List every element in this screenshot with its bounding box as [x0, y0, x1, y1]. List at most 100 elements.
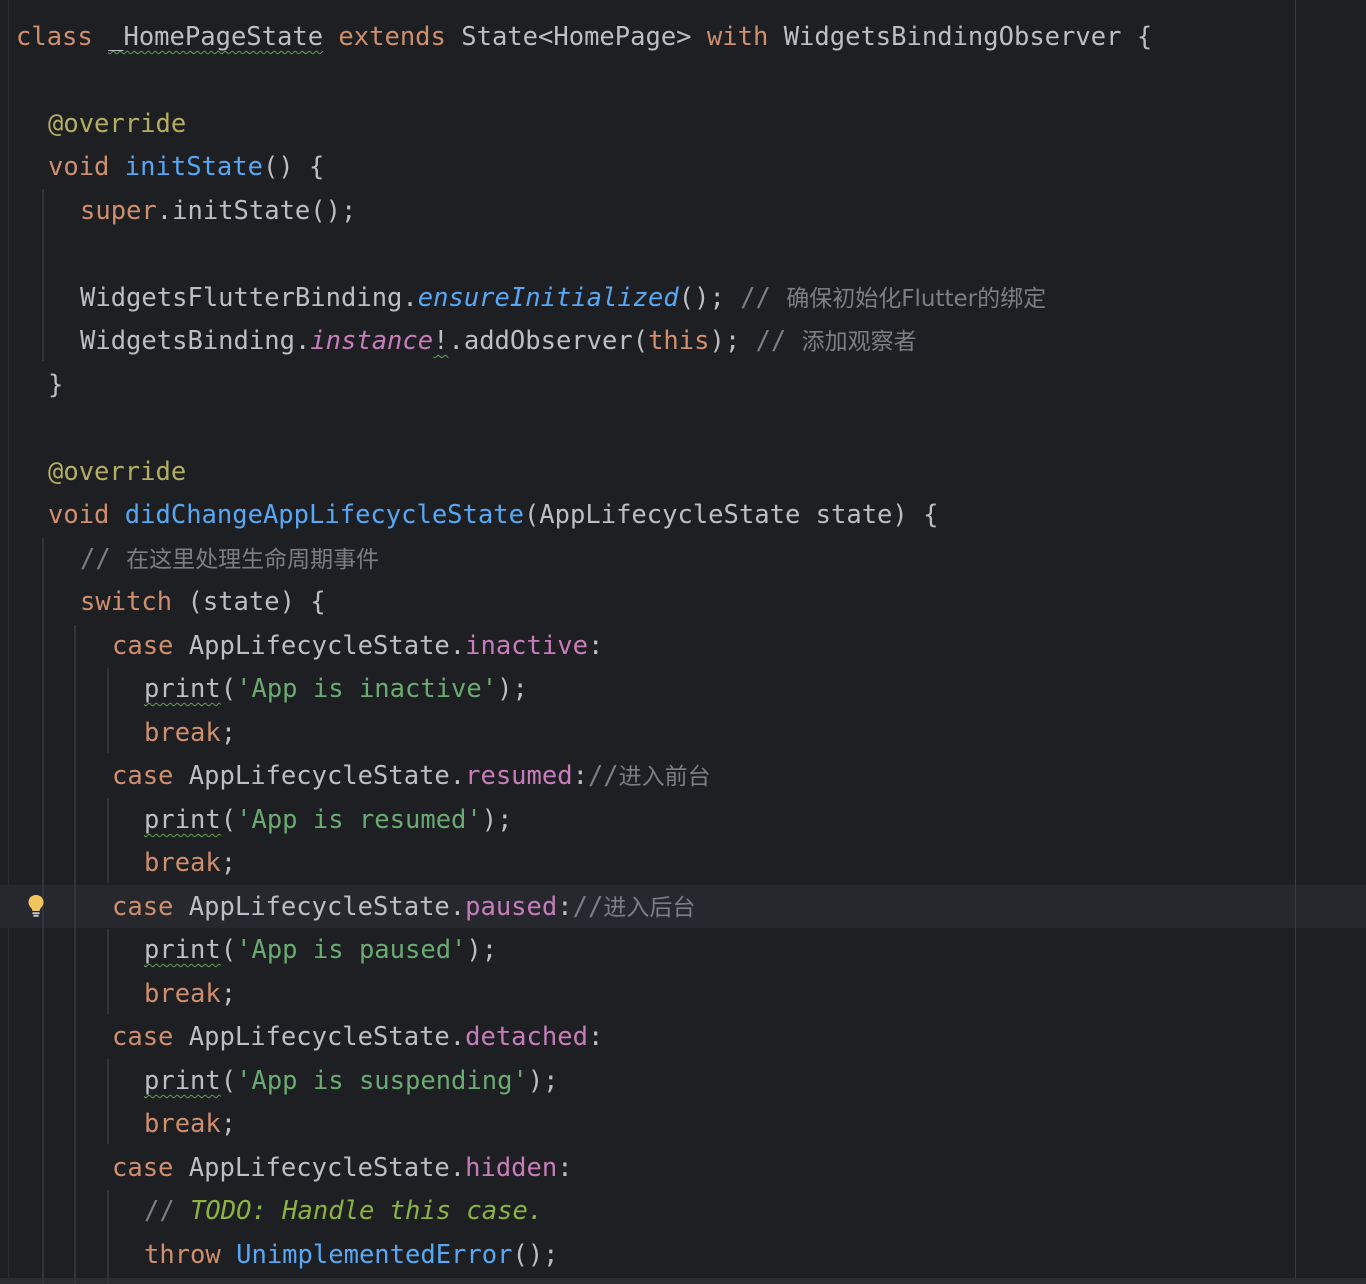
code-text: .initState();	[156, 196, 357, 226]
enum-value: paused	[465, 892, 558, 922]
static-method-name: ensureInitialized	[417, 283, 679, 313]
class-name: _HomePageState	[108, 22, 324, 52]
annotation: @override	[48, 109, 187, 139]
code-line-19[interactable]: print('App is resumed');	[144, 799, 512, 842]
code-text: ();	[678, 283, 725, 313]
code-line-28[interactable]: // TODO: Handle this case.	[144, 1190, 543, 1233]
indent-guide	[107, 1059, 109, 1144]
comment-text: 添加观察者	[801, 329, 917, 355]
code-text: (AppLifecycleState state) {	[523, 500, 939, 530]
code-text: ;	[220, 1109, 237, 1139]
string-literal: 'App is paused'	[236, 935, 467, 965]
type-name: AppLifecycleState.	[188, 631, 466, 661]
type-name: AppLifecycleState.	[188, 892, 466, 922]
code-line-25[interactable]: print('App is suspending');	[144, 1060, 559, 1103]
keyword: case	[112, 892, 174, 922]
enum-value: inactive	[465, 631, 588, 661]
keyword: break	[144, 718, 221, 748]
keyword: throw	[144, 1240, 221, 1270]
type-name: State<HomePage>	[461, 22, 692, 52]
code-line-4[interactable]: void initState() {	[48, 146, 324, 189]
code-line-21[interactable]: case AppLifecycleState.paused://进入后台	[112, 886, 695, 929]
keyword: extends	[338, 22, 446, 52]
code-text: );	[481, 805, 513, 835]
keyword: this	[648, 326, 710, 356]
type-name: AppLifecycleState.	[188, 1022, 466, 1052]
string-literal: 'App is suspending'	[236, 1066, 528, 1096]
code-line-29[interactable]: throw UnimplementedError();	[144, 1234, 559, 1277]
code-text: (	[220, 674, 237, 704]
indent-guide	[107, 1190, 109, 1284]
code-text: (	[220, 1066, 237, 1096]
code-line-23[interactable]: break;	[144, 973, 236, 1016]
code-line-17[interactable]: break;	[144, 712, 236, 755]
code-text: :	[557, 1153, 573, 1183]
code-text: .addObserver(	[448, 326, 649, 356]
indent-guide	[74, 625, 76, 1284]
comment: //	[144, 1196, 191, 1226]
code-text: (	[220, 935, 237, 965]
string-literal: 'App is resumed'	[236, 805, 482, 835]
code-text: );	[497, 674, 528, 704]
code-line-1[interactable]: class _HomePageState extends State<HomeP…	[16, 16, 1152, 59]
code-line-5[interactable]: super.initState();	[80, 190, 356, 233]
code-text: () {	[262, 152, 325, 182]
keyword: super	[80, 196, 157, 226]
comment-text: 确保初始化Flutter的绑定	[786, 286, 1047, 312]
indent-guide	[107, 929, 109, 1014]
lightbulb-icon[interactable]	[27, 894, 45, 918]
class-constructor: UnimplementedError	[236, 1240, 513, 1270]
code-line-15[interactable]: case AppLifecycleState.inactive:	[112, 625, 603, 668]
enum-value: hidden	[465, 1153, 558, 1183]
comment: //	[80, 544, 127, 574]
code-line-14[interactable]: switch (state) {	[80, 581, 326, 624]
keyword: case	[112, 761, 174, 791]
method-name: initState	[124, 152, 263, 182]
type-name: WidgetsBinding	[80, 326, 295, 356]
code-line-20[interactable]: break;	[144, 842, 236, 885]
code-text: ;	[220, 718, 237, 748]
code-line-11[interactable]: @override	[48, 451, 186, 494]
type-name: WidgetsBindingObserver	[783, 22, 1122, 52]
type-name: WidgetsFlutterBinding	[80, 283, 403, 313]
keyword: break	[144, 979, 221, 1009]
enum-value: detached	[465, 1022, 588, 1052]
keyword: break	[144, 1109, 221, 1139]
code-line-27[interactable]: case AppLifecycleState.hidden:	[112, 1147, 573, 1190]
code-line-8[interactable]: WidgetsBinding.instance!.addObserver(thi…	[80, 320, 917, 363]
gutter-border	[8, 0, 9, 1284]
brace: }	[48, 370, 64, 400]
code-text: (state) {	[172, 587, 326, 617]
code-text: :	[572, 761, 588, 791]
code-line-3[interactable]: @override	[48, 103, 186, 146]
annotation: @override	[48, 457, 187, 487]
comment: //	[572, 892, 604, 922]
comment: //	[755, 326, 802, 356]
type-name: AppLifecycleState.	[188, 761, 466, 791]
comment-text: 在这里处理生命周期事件	[126, 547, 380, 573]
code-text: );	[709, 326, 741, 356]
horizontal-scrollbar-track[interactable]	[0, 1278, 1366, 1284]
indent-guide	[107, 668, 109, 753]
function-name: print	[144, 1066, 221, 1096]
code-text: :	[557, 892, 573, 922]
indent-guide	[42, 189, 44, 361]
todo-comment: TODO: Handle this case.	[190, 1196, 544, 1226]
code-line-24[interactable]: case AppLifecycleState.detached:	[112, 1016, 603, 1059]
code-line-7[interactable]: WidgetsFlutterBinding.ensureInitialized(…	[80, 277, 1046, 320]
code-text: ;	[220, 848, 237, 878]
code-line-9[interactable]: }	[48, 364, 63, 407]
code-line-13[interactable]: // 在这里处理生命周期事件	[80, 538, 379, 581]
code-line-18[interactable]: case AppLifecycleState.resumed://进入前台	[112, 755, 711, 798]
code-line-26[interactable]: break;	[144, 1103, 236, 1146]
type-name: AppLifecycleState.	[188, 1153, 466, 1183]
null-assertion: !	[433, 326, 449, 356]
comment: //	[740, 283, 787, 313]
code-text: );	[466, 935, 498, 965]
code-editor[interactable]: class _HomePageState extends State<HomeP…	[0, 0, 1366, 1284]
code-text: ();	[512, 1240, 559, 1270]
code-line-22[interactable]: print('App is paused');	[144, 929, 497, 972]
code-line-16[interactable]: print('App is inactive');	[144, 668, 528, 711]
keyword: with	[706, 22, 769, 52]
code-line-12[interactable]: void didChangeAppLifecycleState(AppLifec…	[48, 494, 938, 537]
